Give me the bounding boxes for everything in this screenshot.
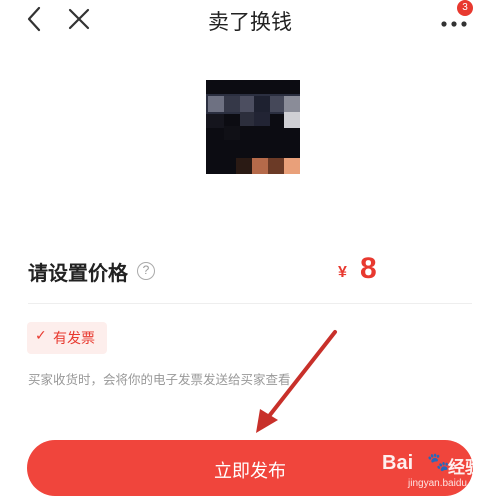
invoice-note: 买家收货时，会将你的电子发票发送给买家查看: [28, 372, 291, 387]
page-title: 卖了换钱: [208, 10, 292, 34]
annotation-arrow-icon: [256, 330, 337, 433]
help-icon[interactable]: ?: [137, 262, 155, 280]
check-icon: ✓: [35, 328, 47, 344]
publish-button[interactable]: 立即发布: [27, 440, 473, 496]
notification-badge: 3: [457, 0, 473, 16]
divider: [28, 303, 472, 304]
nav-bar: 卖了换钱 3: [0, 0, 500, 40]
publish-button-label: 立即发布: [214, 461, 286, 482]
price-input[interactable]: 8: [360, 252, 377, 286]
invoice-tag[interactable]: ✓ 有发票: [27, 322, 107, 354]
invoice-tag-label: 有发票: [53, 331, 95, 347]
price-label: 请设置价格: [28, 261, 128, 285]
currency-symbol: ¥: [338, 264, 347, 281]
product-image[interactable]: [206, 80, 300, 174]
